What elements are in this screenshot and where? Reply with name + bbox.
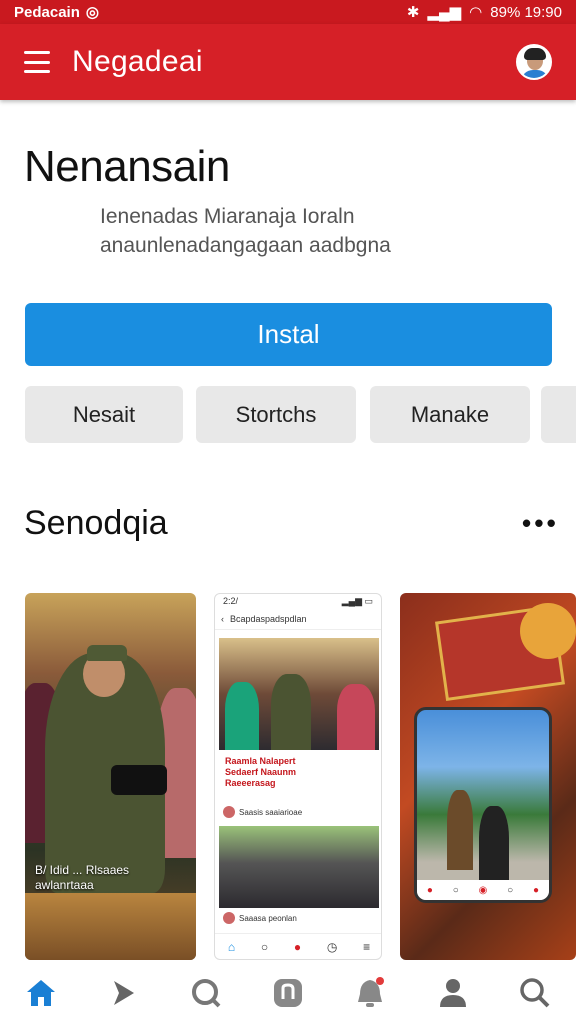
chip-stortchs[interactable]: Stortchs xyxy=(196,386,356,443)
mini-headline: Raamla Nalapert Sedaerf Naaunm Raeeerasa… xyxy=(225,756,297,788)
home-icon xyxy=(27,980,56,1006)
chip-row: Nesait Stortchs Manake xyxy=(25,386,576,444)
app-description: Ienenadas Miaranaja Ioraln anaunlenadang… xyxy=(100,205,391,257)
bluetooth-icon: ✱ xyxy=(406,4,420,21)
magnifier-icon xyxy=(520,978,550,1008)
mini-signal-icon: ▂▄▆ ▭ xyxy=(341,596,373,606)
nav-find[interactable] xyxy=(510,968,560,1018)
status-bar: Pedacain ◎ ✱ ▂▄▆ ◠ 89% 19:90 xyxy=(0,0,576,24)
food-plate-image xyxy=(520,603,576,659)
bottom-nav xyxy=(0,962,576,1024)
mini-search-icon: ○ xyxy=(260,939,269,954)
nav-account[interactable] xyxy=(428,968,478,1018)
chip-partial[interactable] xyxy=(541,386,576,443)
notification-icon: ◎ xyxy=(85,4,99,21)
app-name: Nenansain xyxy=(24,142,230,191)
signal-icon: ▂▄▆ xyxy=(427,4,462,21)
screenshot-2[interactable]: 2:2/ ▂▄▆ ▭ ‹ Bcapdaspadspdlan Raamla Nalap… xyxy=(214,593,382,960)
more-options-icon[interactable]: • • • xyxy=(522,508,556,539)
mini-crowd-image xyxy=(219,826,379,908)
camera-object xyxy=(111,765,167,795)
app-bar: Negadeai xyxy=(0,24,576,100)
nav-apps[interactable] xyxy=(263,968,313,1018)
menu-icon[interactable] xyxy=(24,51,50,73)
mini-title: Bcapdaspadspdlan xyxy=(230,613,307,624)
mini-status-bar: 2:2/ ▂▄▆ ▭ xyxy=(215,594,381,608)
wifi-icon: ◠ xyxy=(469,4,483,21)
back-icon: ‹ xyxy=(221,613,224,624)
bell-icon xyxy=(358,977,385,1007)
chip-manake[interactable]: Manake xyxy=(370,386,530,443)
mini-home-icon: ⌂ xyxy=(227,939,236,954)
mini-row: Saaasa peonlan xyxy=(223,910,373,926)
screenshot-1-caption: B/ Idid ... Rlsaaes awlanrtaaa xyxy=(35,863,130,892)
stall-table xyxy=(25,893,196,960)
install-button[interactable]: Instal xyxy=(25,303,552,366)
mini-row: Saasis saaiarioae xyxy=(223,804,373,820)
status-left-text: Pedacain xyxy=(14,3,80,21)
section-title: Senodqia xyxy=(24,504,168,542)
nav-play[interactable] xyxy=(98,968,148,1018)
mini-record-icon: ● xyxy=(293,939,302,954)
screenshot-1[interactable]: B/ Idid ... Rlsaaes awlanrtaaa xyxy=(25,593,196,960)
mini-menu-icon: ≡ xyxy=(363,939,371,954)
nav-search[interactable] xyxy=(181,968,231,1018)
phone-mockup: ● ○ ◉ ○ ● xyxy=(414,707,552,903)
search-icon xyxy=(191,979,221,1008)
screenshot-3[interactable]: ● ○ ◉ ○ ● xyxy=(400,593,576,960)
nav-notifications[interactable] xyxy=(345,968,395,1018)
app-icon xyxy=(273,979,302,1007)
avatar[interactable] xyxy=(516,44,552,80)
mini-news-image xyxy=(219,638,379,750)
chip-nesait[interactable]: Nesait xyxy=(25,386,183,443)
mini-bottom-nav: ⌂ ○ ● ◷ ≡ xyxy=(215,933,381,959)
app-bar-title: Negadeai xyxy=(72,45,203,78)
officer-cap xyxy=(87,645,127,661)
nav-home[interactable] xyxy=(16,968,66,1018)
person-icon xyxy=(439,979,466,1007)
mini-time: 2:2/ xyxy=(223,596,239,606)
mini-app-bar: ‹ Bcapdaspadspdlan xyxy=(215,608,381,630)
status-right-text: 89% 19:90 xyxy=(490,3,562,21)
play-icon xyxy=(114,981,135,1005)
mini-clock-icon: ◷ xyxy=(326,939,338,954)
